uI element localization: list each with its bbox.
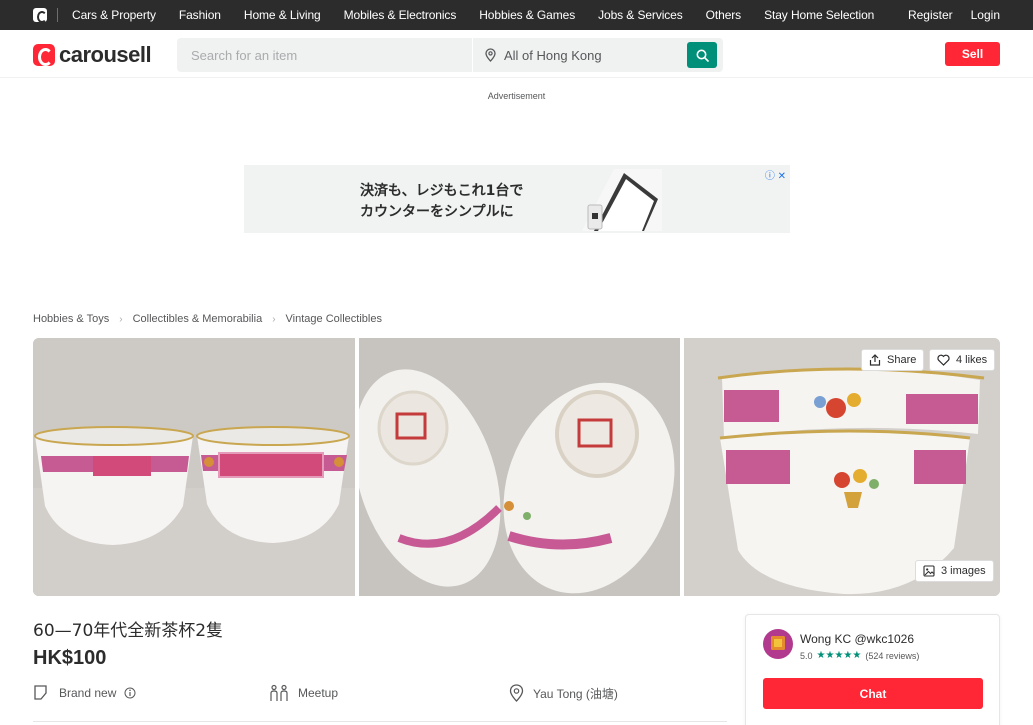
photo-gallery: Share 4 likes 3 images — [33, 338, 1000, 596]
rating-score: 5.0 — [800, 650, 813, 661]
category-menu: Cars & Property Fashion Home & Living Mo… — [72, 0, 897, 30]
sell-button[interactable]: Sell — [945, 42, 1000, 66]
location-attribute: Yau Tong (油塘) — [509, 684, 618, 702]
chevron-right-icon: › — [119, 313, 123, 325]
auth-links: Register Login — [890, 0, 1000, 30]
ad-choices-icon[interactable]: ⓘ ✕ — [765, 167, 786, 182]
section-divider — [33, 721, 727, 722]
location-label: All of Hong Kong — [504, 47, 602, 63]
breadcrumb-collectibles[interactable]: Collectibles & Memorabilia — [133, 313, 263, 325]
star-rating-icon: ★★★★★ — [816, 650, 862, 661]
location-selector[interactable]: All of Hong Kong — [485, 38, 602, 72]
listing-title: 60—70年代全新茶杯2隻 — [33, 621, 224, 641]
listing-photo-3[interactable] — [684, 338, 1000, 596]
review-count[interactable]: (524 reviews) — [865, 651, 919, 661]
search-button[interactable] — [687, 42, 717, 68]
deal-method-attribute: Meetup — [269, 684, 338, 702]
carousell-mini-logo-icon[interactable] — [33, 8, 47, 23]
location-pin-icon — [509, 684, 524, 702]
site-header: carousell All of Hong Kong Sell — [0, 30, 1033, 78]
image-icon — [923, 565, 935, 577]
avatar[interactable] — [763, 629, 793, 659]
chevron-right-icon: › — [272, 313, 276, 325]
location-value[interactable]: Yau Tong (油塘) — [533, 685, 618, 702]
listing-attributes: Brand new Meetup Yau Tong (油塘) — [33, 684, 733, 708]
nav-others[interactable]: Others — [706, 8, 742, 22]
listing-photo-2[interactable] — [359, 338, 680, 596]
info-icon[interactable] — [124, 687, 136, 699]
pos-terminal-image — [582, 169, 662, 231]
ad-headline-2: カウンターをシンプルに — [360, 204, 514, 220]
ad-headline-1: 決済も、レジもこれ1台で — [360, 183, 524, 199]
nav-fashion[interactable]: Fashion — [179, 8, 221, 22]
advertisement-label: Advertisement — [487, 91, 546, 101]
seller-rating: 5.0 ★★★★★ (524 reviews) — [800, 650, 919, 661]
breadcrumb: Hobbies & Toys › Collectibles & Memorabi… — [33, 313, 382, 325]
nav-home-living[interactable]: Home & Living — [244, 8, 321, 22]
ad-banner[interactable]: 決済も、レジもこれ1台で カウンターをシンプルに ⓘ ✕ — [244, 165, 790, 233]
likes-count: 4 likes — [956, 354, 988, 366]
image-count-label: 3 images — [941, 565, 986, 577]
breadcrumb-vintage-collectibles[interactable]: Vintage Collectibles — [286, 313, 382, 325]
like-button[interactable]: 4 likes — [929, 349, 996, 371]
condition-label: Brand new — [59, 685, 117, 700]
nav-cars-property[interactable]: Cars & Property — [72, 8, 156, 22]
nav-hobbies-games[interactable]: Hobbies & Games — [479, 8, 575, 22]
listing-price: HK$100 — [33, 647, 107, 669]
condition-attribute: Brand new — [33, 684, 145, 701]
image-count-button[interactable]: 3 images — [915, 560, 994, 582]
location-pin-icon — [485, 48, 496, 62]
meetup-icon — [270, 684, 288, 701]
listing-photo-1[interactable] — [33, 338, 355, 596]
nav-jobs-services[interactable]: Jobs & Services — [598, 8, 683, 22]
nav-divider — [57, 8, 58, 22]
login-link[interactable]: Login — [971, 8, 1000, 22]
condition-tag-icon — [34, 685, 47, 700]
register-link[interactable]: Register — [908, 8, 953, 22]
top-nav-bar: Cars & Property Fashion Home & Living Mo… — [0, 0, 1033, 30]
nav-mobiles-electronics[interactable]: Mobiles & Electronics — [344, 8, 457, 22]
share-icon — [869, 354, 881, 366]
search-input[interactable] — [177, 38, 472, 72]
breadcrumb-hobbies-toys[interactable]: Hobbies & Toys — [33, 313, 109, 325]
search-divider — [472, 38, 473, 72]
deal-method-label: Meetup — [298, 686, 339, 700]
seller-name[interactable]: Wong KC @wkc1026 — [800, 632, 914, 646]
search-icon — [696, 49, 709, 62]
nav-stay-home-selection[interactable]: Stay Home Selection — [764, 8, 874, 22]
share-label: Share — [887, 354, 917, 366]
carousell-logo-icon — [33, 44, 55, 66]
share-button[interactable]: Share — [861, 349, 925, 371]
search-bar: All of Hong Kong — [177, 38, 723, 72]
carousell-logo[interactable]: carousell — [33, 42, 152, 68]
heart-icon — [937, 354, 950, 366]
seller-card: Wong KC @wkc1026 5.0 ★★★★★ (524 reviews)… — [745, 614, 1000, 725]
brand-name: carousell — [59, 42, 152, 67]
chat-button[interactable]: Chat — [763, 678, 983, 709]
